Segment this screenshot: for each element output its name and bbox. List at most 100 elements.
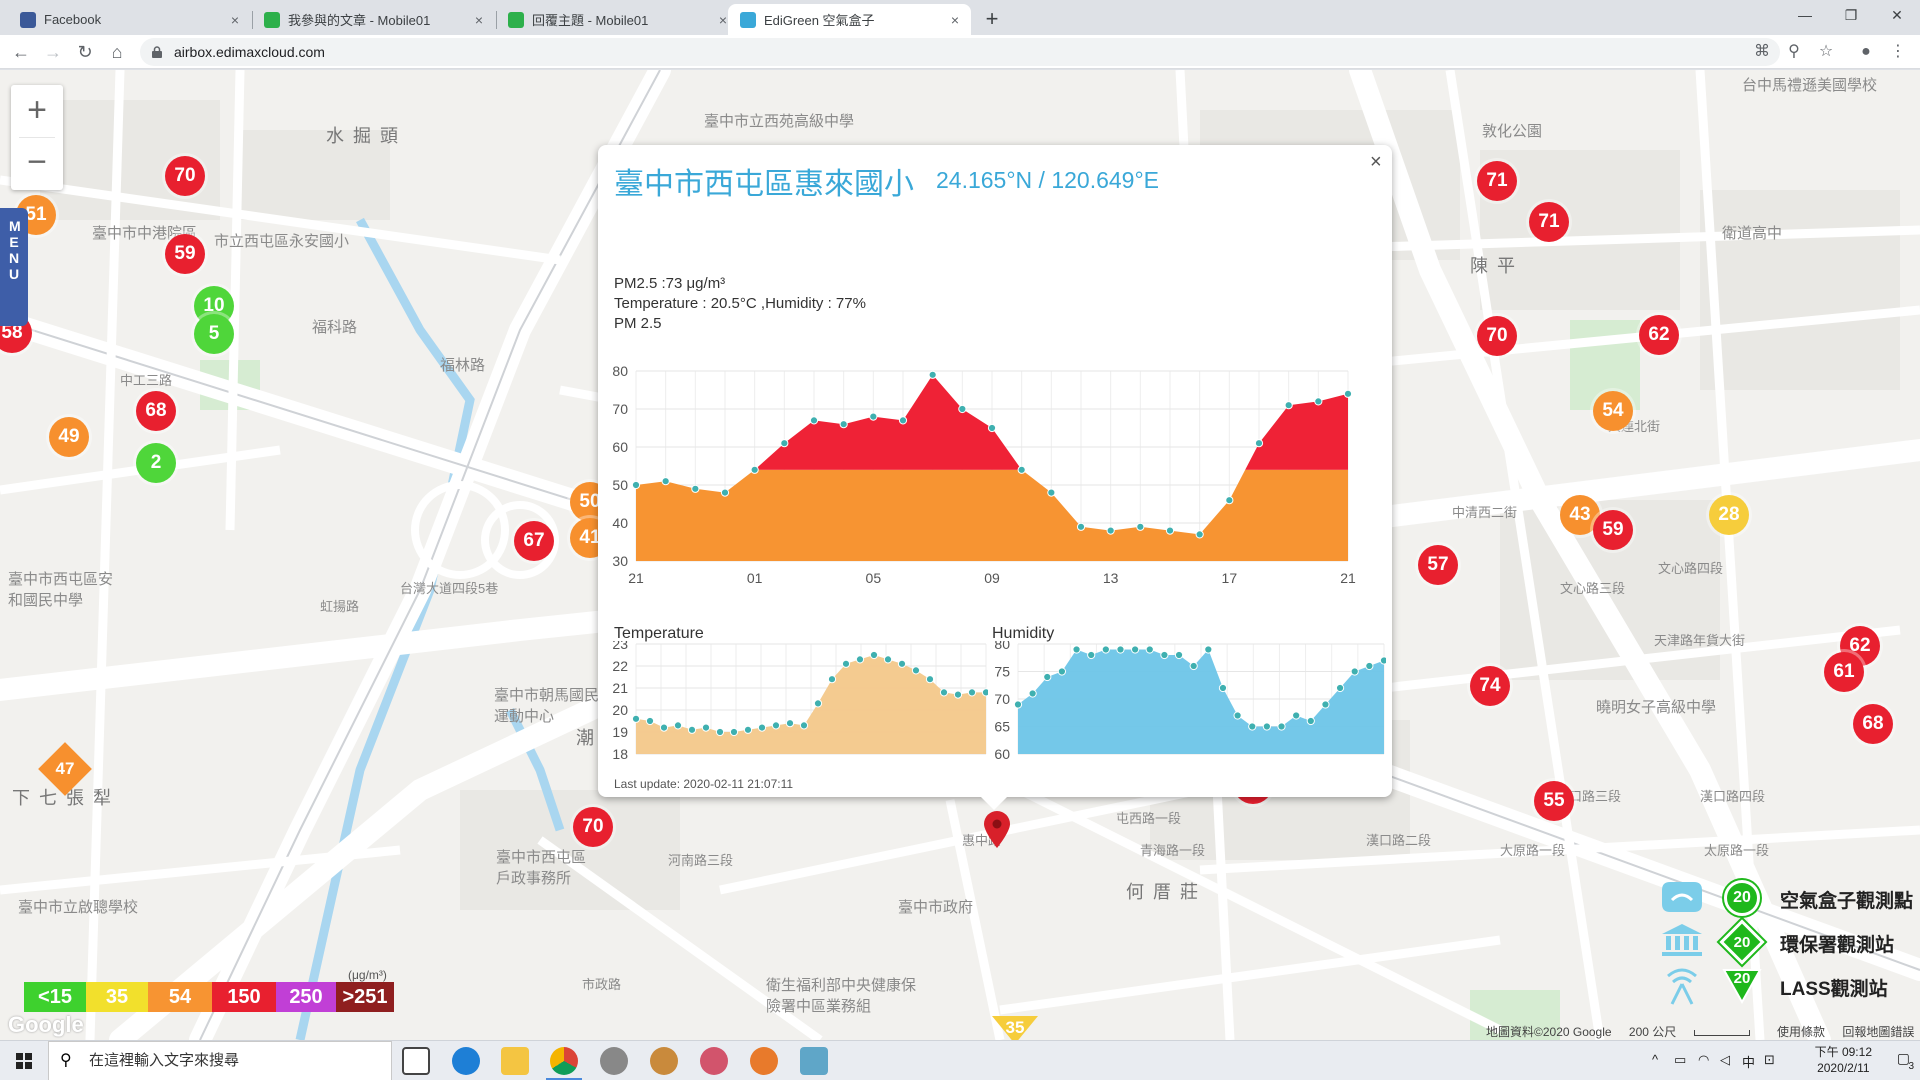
- pm25-reading: PM2.5 :73 μg/m³: [614, 275, 726, 292]
- tab-close-icon[interactable]: ×: [947, 12, 963, 28]
- map-scale: 200 公尺: [1628, 1025, 1677, 1039]
- ime-indicator[interactable]: 中: [1742, 1052, 1755, 1071]
- tab-title: 回覆主題 - Mobile01: [532, 13, 649, 28]
- translate-icon[interactable]: ⌘: [1752, 42, 1772, 62]
- data-point: [1047, 488, 1056, 497]
- file-explorer-icon[interactable]: [501, 1047, 529, 1075]
- legend-label: 空氣盒子觀測點: [1780, 891, 1914, 912]
- air-quality-marker[interactable]: 28: [1709, 495, 1749, 535]
- more-menu-icon[interactable]: ⋮: [1888, 42, 1908, 62]
- air-quality-marker[interactable]: 5: [194, 314, 234, 354]
- data-point: [799, 721, 809, 730]
- air-quality-marker[interactable]: 59: [1593, 510, 1633, 550]
- y-tick-label: 18: [612, 746, 628, 762]
- temp-humidity-reading: Temperature : 20.5°C ,Humidity : 77%: [614, 295, 866, 312]
- keyboard-icon[interactable]: ⊡: [1764, 1052, 1775, 1068]
- air-quality-marker[interactable]: 57: [1418, 545, 1458, 585]
- place-label: 臺中市朝馬國民運動中心: [494, 687, 600, 725]
- data-point: [855, 655, 865, 664]
- data-point: [1365, 661, 1374, 671]
- lass-station-value[interactable]: 35: [992, 1016, 1038, 1040]
- data-point: [928, 370, 937, 379]
- windows-start-icon[interactable]: [0, 1041, 48, 1080]
- app-icon[interactable]: [800, 1047, 828, 1075]
- window-close-icon[interactable]: ✕: [1874, 0, 1920, 30]
- air-quality-marker[interactable]: 71: [1529, 202, 1569, 242]
- air-quality-marker[interactable]: 70: [573, 807, 613, 847]
- epa-station-value[interactable]: 47: [46, 750, 84, 788]
- tab-mobile01-posts[interactable]: 我參與的文章 - Mobile01 ×: [252, 4, 495, 35]
- x-tick-label: 05: [866, 570, 882, 586]
- air-quality-marker[interactable]: 2: [136, 443, 176, 483]
- bookmark-star-icon[interactable]: ☆: [1816, 42, 1836, 62]
- selected-location-pin-icon[interactable]: [982, 810, 1012, 850]
- air-quality-marker[interactable]: 68: [136, 391, 176, 431]
- air-quality-marker[interactable]: 59: [165, 234, 205, 274]
- minimize-icon[interactable]: —: [1782, 0, 1828, 30]
- air-quality-marker[interactable]: 55: [1534, 781, 1574, 821]
- chrome-icon[interactable]: [550, 1047, 578, 1075]
- place-label: 文心路三段: [1560, 581, 1626, 596]
- volume-icon[interactable]: ◁: [1720, 1052, 1730, 1068]
- task-view-icon[interactable]: [402, 1047, 430, 1075]
- air-quality-marker[interactable]: 54: [1593, 391, 1633, 431]
- air-quality-marker[interactable]: 71: [1477, 161, 1517, 201]
- data-point: [1013, 700, 1023, 709]
- data-point: [631, 714, 641, 723]
- tray-chevron-icon[interactable]: ^: [1652, 1052, 1658, 1067]
- data-point: [1087, 650, 1096, 660]
- air-quality-marker[interactable]: 61: [1824, 652, 1864, 692]
- air-quality-marker[interactable]: 74: [1470, 666, 1510, 706]
- pm25-chart-title: PM 2.5: [614, 315, 662, 332]
- air-quality-marker[interactable]: 70: [165, 156, 205, 196]
- tab-edigreen[interactable]: EdiGreen 空氣盒子 ×: [728, 4, 971, 35]
- zoom-in-button[interactable]: +: [11, 85, 63, 137]
- data-point: [1136, 522, 1145, 531]
- data-point: [1195, 530, 1204, 539]
- address-bar[interactable]: airbox.edimaxcloud.com: [140, 38, 1780, 66]
- air-quality-marker[interactable]: 49: [49, 417, 89, 457]
- wifi-icon[interactable]: ◠: [1698, 1052, 1709, 1068]
- zoom-icon[interactable]: ⚲: [1784, 42, 1804, 62]
- system-clock[interactable]: 下午 09:12 2020/2/11: [1815, 1044, 1872, 1076]
- new-tab-button[interactable]: +: [978, 6, 1006, 34]
- y-tick-label: 80: [994, 641, 1010, 652]
- y-tick-label: 60: [994, 746, 1010, 762]
- tab-mobile01-reply[interactable]: 回覆主題 - Mobile01 ×: [496, 4, 739, 35]
- tab-facebook[interactable]: Facebook ×: [8, 4, 251, 35]
- profile-icon[interactable]: ●: [1856, 42, 1876, 62]
- place-label: 曉明女子高級中學: [1596, 699, 1717, 716]
- report-error-link[interactable]: 回報地圖錯誤: [1842, 1025, 1914, 1039]
- taskbar-search-input[interactable]: 在這裡輸入文字來搜尋: [48, 1041, 392, 1080]
- restore-icon[interactable]: ❐: [1828, 0, 1874, 30]
- y-tick-label: 70: [612, 401, 628, 417]
- menu-button[interactable]: MENU: [0, 208, 28, 326]
- app-icon[interactable]: [700, 1047, 728, 1075]
- forward-icon[interactable]: →: [40, 39, 66, 65]
- tab-title: Facebook: [44, 12, 102, 27]
- app-icon[interactable]: [750, 1047, 778, 1075]
- map-canvas[interactable]: 水 掘 頭 臺中市立西苑高級中學 市立西屯區永安國小 臺中市中港院區 福科路 福…: [0, 70, 1920, 1040]
- air-quality-marker[interactable]: 67: [514, 521, 554, 561]
- reload-icon[interactable]: ↻: [72, 39, 98, 65]
- data-point: [1225, 496, 1234, 505]
- data-point: [720, 488, 730, 497]
- app-icon[interactable]: [600, 1047, 628, 1075]
- air-quality-marker[interactable]: 62: [1639, 315, 1679, 355]
- tab-close-icon[interactable]: ×: [227, 12, 243, 28]
- edge-icon[interactable]: [452, 1047, 480, 1075]
- data-point: [1314, 397, 1323, 406]
- back-icon[interactable]: ←: [8, 39, 34, 65]
- map-attribution: 地圖資料©2020 Google: [1486, 1025, 1612, 1039]
- app-icon[interactable]: [650, 1047, 678, 1075]
- home-icon[interactable]: ⌂: [104, 39, 130, 65]
- data-point: [1218, 683, 1228, 693]
- y-tick-label: 23: [612, 641, 628, 652]
- info-close-button[interactable]: ×: [1370, 151, 1382, 174]
- battery-icon[interactable]: ▭: [1674, 1052, 1686, 1068]
- air-quality-marker[interactable]: 68: [1853, 704, 1893, 744]
- terms-link[interactable]: 使用條款: [1777, 1025, 1825, 1039]
- zoom-out-button[interactable]: −: [11, 137, 63, 189]
- tab-close-icon[interactable]: ×: [471, 12, 487, 28]
- air-quality-marker[interactable]: 70: [1477, 316, 1517, 356]
